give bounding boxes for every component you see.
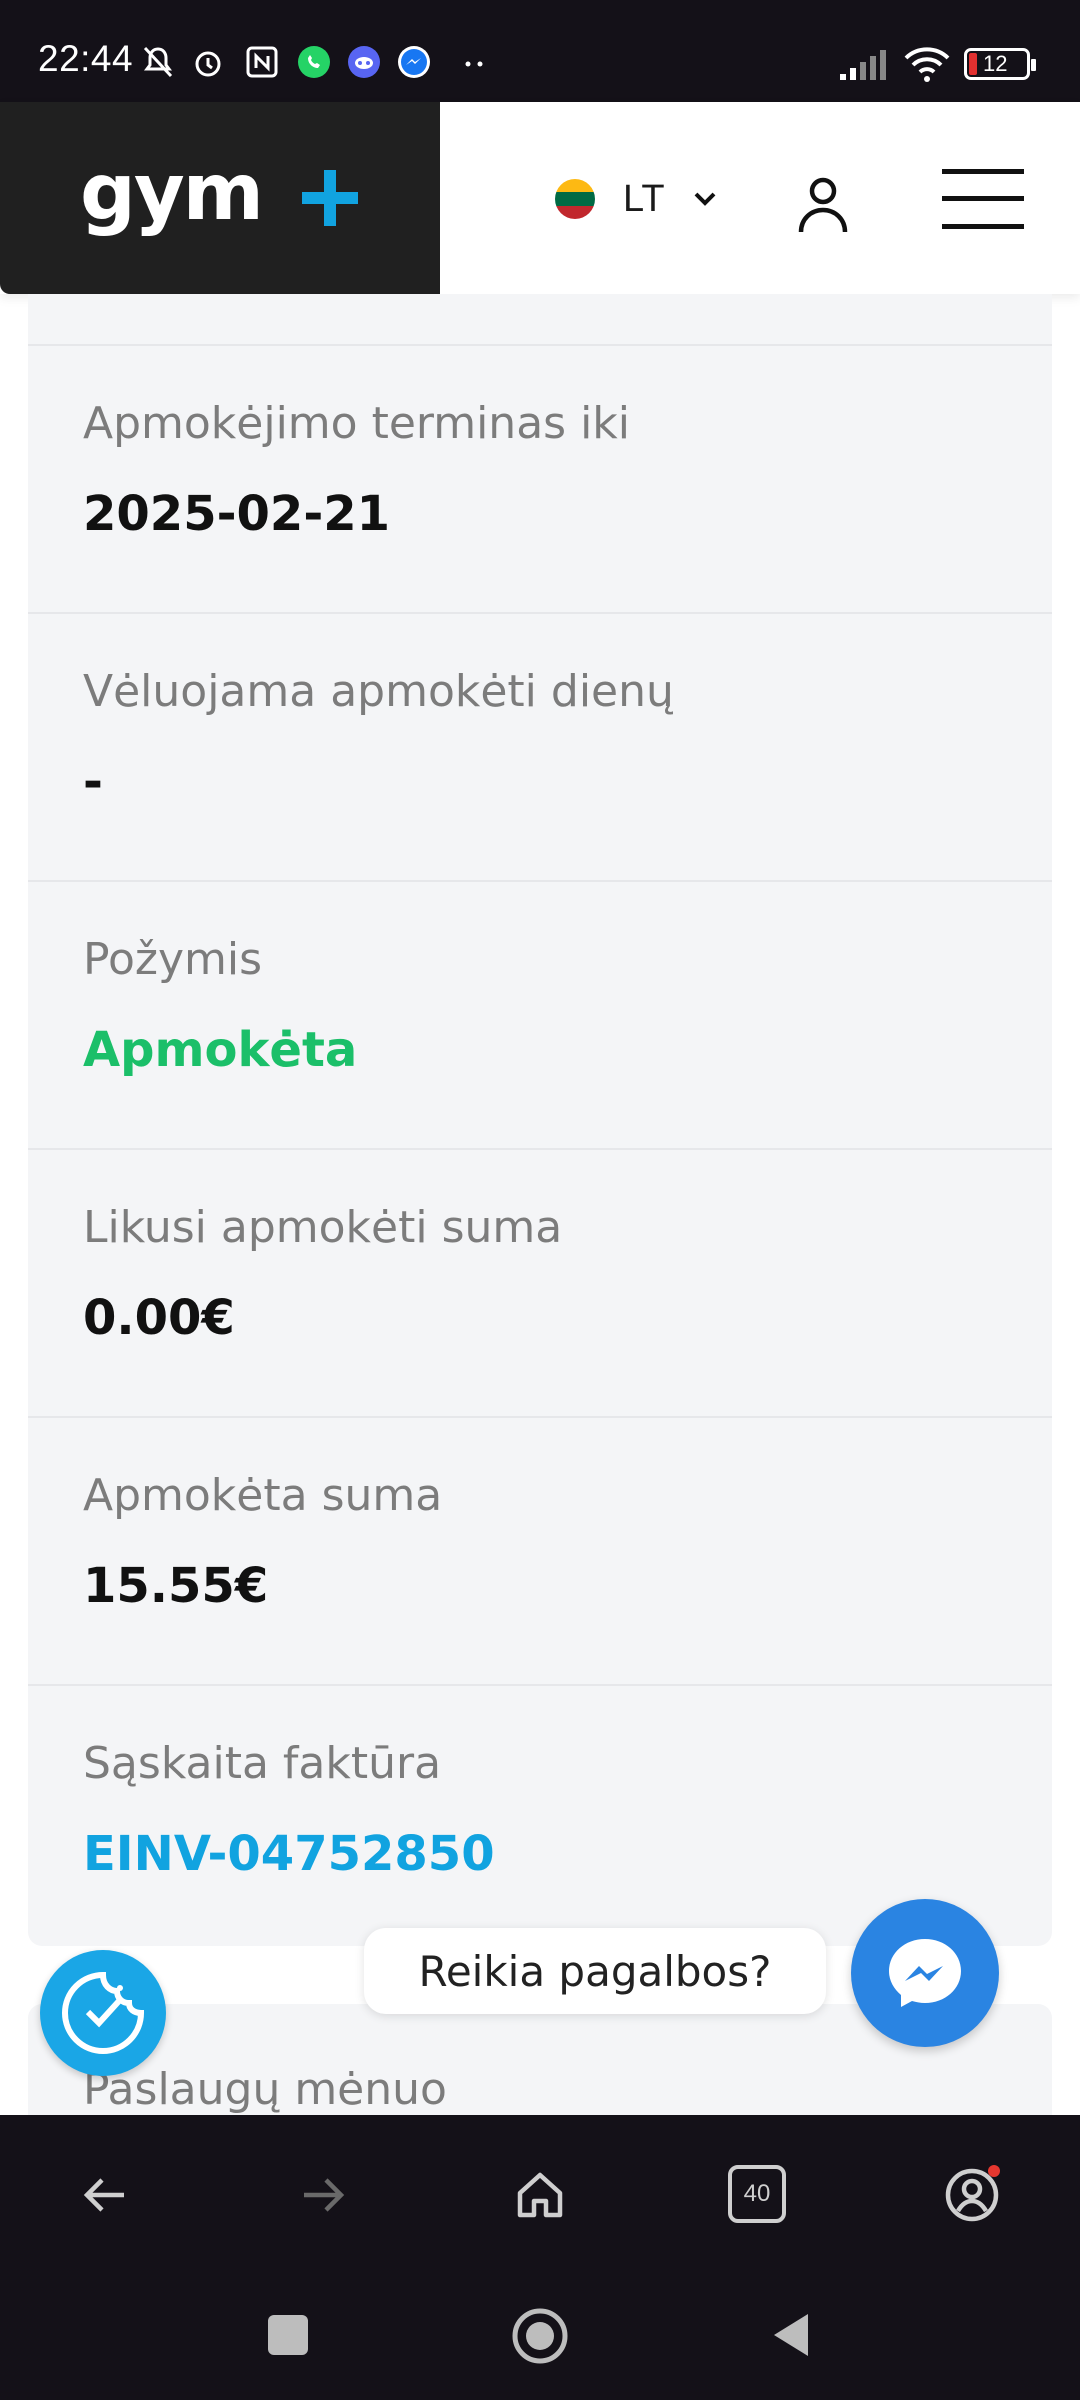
- detail-row: Likusi apmokėti suma 0.00€: [28, 1148, 1052, 1416]
- detail-row: Požymis Apmokėta: [28, 880, 1052, 1148]
- detail-label: Vėluojama apmokėti dienų: [83, 666, 674, 717]
- more-notifications-icon: [465, 61, 483, 67]
- muted-bell-icon: [143, 46, 173, 78]
- detail-value: 0.00€: [83, 1290, 235, 1346]
- detail-label: Likusi apmokėti suma: [83, 1202, 563, 1253]
- plus-logo-icon: [302, 170, 358, 226]
- detail-label: Apmokėta suma: [83, 1470, 443, 1521]
- site-header: gym LT: [0, 102, 1080, 294]
- status-time: 22:44: [38, 38, 134, 79]
- browser-toolbar: 40: [0, 2115, 1080, 2280]
- back-button-icon[interactable]: [768, 2310, 812, 2360]
- payment-details-card: Apmokėjimo terminas iki 2025-02-21 Vėluo…: [28, 294, 1052, 1946]
- detail-value: -: [83, 754, 103, 810]
- invoice-link[interactable]: EINV-04752850: [83, 1826, 495, 1882]
- detail-label: Apmokėjimo terminas iki: [83, 398, 630, 449]
- tabs-button[interactable]: 40: [728, 2165, 786, 2223]
- detail-row: Vėluojama apmokėti dienų -: [28, 612, 1052, 880]
- language-label: LT: [623, 177, 665, 220]
- detail-label: Požymis: [83, 934, 263, 985]
- recent-apps-button[interactable]: [268, 2315, 308, 2355]
- logo-text: gym: [80, 148, 264, 238]
- signal-icon: [840, 50, 886, 80]
- cookie-icon: [62, 1971, 145, 2054]
- detail-row: Apmokėta suma 15.55€: [28, 1416, 1052, 1684]
- detail-row: Apmokėjimo terminas iki 2025-02-21: [28, 344, 1052, 612]
- discord-icon: [348, 46, 380, 78]
- home-button-icon[interactable]: [510, 2306, 570, 2366]
- chevron-down-icon: [694, 192, 715, 206]
- messenger-icon: [889, 1939, 961, 2007]
- battery-icon: 12: [964, 48, 1036, 80]
- wifi-icon: [904, 47, 950, 82]
- messenger-status-icon: [398, 46, 430, 78]
- home-icon[interactable]: [510, 2165, 570, 2225]
- detail-value: 15.55€: [83, 1558, 269, 1614]
- detail-label: Sąskaita faktūra: [83, 1738, 442, 1789]
- messenger-chat-button[interactable]: [851, 1899, 999, 2047]
- alarm-icon: [195, 51, 221, 77]
- cookie-settings-button[interactable]: [40, 1950, 166, 2076]
- user-account-icon[interactable]: [796, 174, 850, 234]
- status-bar: 22:44 12: [0, 0, 1080, 102]
- hamburger-menu-icon[interactable]: [940, 166, 1026, 232]
- nfc-icon: [246, 46, 278, 78]
- help-prompt[interactable]: Reikia pagalbos?: [364, 1928, 826, 2014]
- whatsapp-icon: [298, 46, 330, 78]
- payment-status-value: Apmokėta: [83, 1022, 358, 1078]
- logo[interactable]: gym: [0, 102, 440, 294]
- lithuania-flag-icon: [555, 179, 595, 219]
- profile-icon[interactable]: [942, 2165, 1002, 2225]
- battery-level: 12: [983, 51, 1008, 76]
- forward-arrow-icon[interactable]: [292, 2165, 352, 2225]
- language-selector[interactable]: LT: [555, 174, 719, 224]
- back-arrow-icon[interactable]: [76, 2165, 136, 2225]
- detail-value: 2025-02-21: [83, 486, 391, 542]
